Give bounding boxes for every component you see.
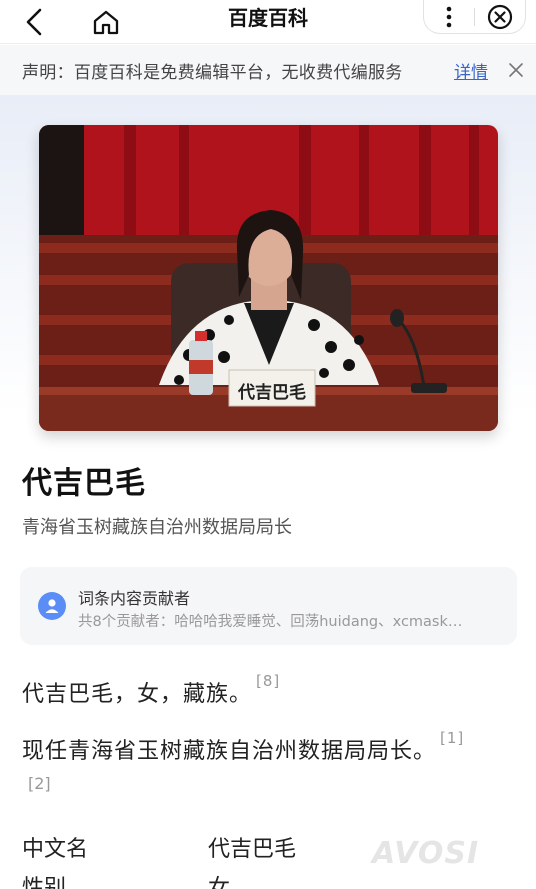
- watermark: AVOSI: [372, 836, 480, 871]
- citation-ref[interactable]: [1]: [440, 729, 464, 747]
- contributor-avatar: [38, 592, 66, 620]
- mini-program-capsule: [423, 0, 526, 34]
- citation-ref[interactable]: [2]: [28, 774, 51, 793]
- contributors-list: 共8个贡献者：哈哈哈我爱睡觉、回荡huidang、xcmask…: [78, 614, 463, 630]
- entry-name: 代吉巴毛: [22, 466, 146, 501]
- top-nav-bar: 百度百科: [0, 0, 536, 44]
- more-vertical-icon: [446, 6, 452, 27]
- disclaimer-text: 声明：百度百科是免费编辑平台，无收费代编服务: [22, 63, 403, 83]
- info-key: 中文名: [22, 837, 89, 862]
- disclaimer-bar: 声明：百度百科是免费编辑平台，无收费代编服务 详情: [0, 45, 536, 95]
- dismiss-notice-button[interactable]: [504, 58, 528, 82]
- summary-paragraph-2: 现任青海省玉树藏族自治州数据局局长。[1]: [22, 729, 464, 765]
- details-link[interactable]: 详情: [454, 58, 488, 83]
- paragraph-text: 代吉巴毛，女，藏族。: [22, 682, 253, 707]
- info-value: 代吉巴毛: [208, 837, 297, 862]
- close-button[interactable]: [475, 1, 525, 33]
- contributors-title: 词条内容贡献者: [78, 589, 191, 608]
- contributors-card[interactable]: 词条内容贡献者 共8个贡献者：哈哈哈我爱睡觉、回荡huidang、xcmask…: [20, 567, 517, 645]
- user-icon: [45, 599, 59, 613]
- nameplate-text: 代吉巴毛: [238, 383, 306, 403]
- entry-subtitle: 青海省玉树藏族自治州数据局局长: [22, 517, 292, 538]
- close-circle-icon: [487, 4, 513, 29]
- paragraph-text: 现任青海省玉树藏族自治州数据局局长。: [22, 739, 437, 764]
- citation-ref[interactable]: [8]: [256, 672, 280, 690]
- entry-photo[interactable]: 代吉巴毛: [39, 125, 498, 431]
- info-key: 性别: [22, 876, 67, 889]
- more-button[interactable]: [424, 1, 474, 33]
- info-value: 女: [208, 876, 231, 889]
- close-icon: [509, 63, 523, 77]
- info-row: 性别 女: [22, 870, 522, 889]
- summary-paragraph-1: 代吉巴毛，女，藏族。[8]: [22, 672, 280, 708]
